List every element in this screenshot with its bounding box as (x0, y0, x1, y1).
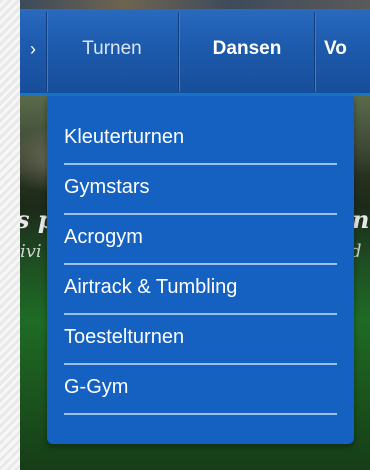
main-navigation: › Turnen Dansen Vo (20, 0, 370, 96)
nav-divider (314, 12, 315, 92)
dropdown-list: Kleuterturnen Gymstars Acrogym Airtrack … (64, 115, 337, 415)
header-image-strip (20, 0, 370, 9)
hero-caption-left-2: ivi (20, 241, 42, 262)
hero-caption-right-1: n (352, 205, 370, 234)
nav-divider (178, 12, 179, 92)
dropdown-item-acrogym[interactable]: Acrogym (64, 215, 337, 265)
dropdown-item-toestelturnen[interactable]: Toestelturnen (64, 315, 337, 365)
nav-item-vo[interactable]: Vo (316, 12, 370, 92)
nav-item-turnen[interactable]: Turnen (48, 12, 176, 92)
nav-item-dansen[interactable]: Dansen (180, 12, 314, 92)
page-background (0, 0, 20, 470)
nav-divider (46, 12, 47, 92)
dropdown-item-gymstars[interactable]: Gymstars (64, 165, 337, 215)
dropdown-item-kleuterturnen[interactable]: Kleuterturnen (64, 115, 337, 165)
dropdown-item-airtrack-tumbling[interactable]: Airtrack & Tumbling (64, 265, 337, 315)
nav-prev-arrow-icon[interactable]: › (20, 12, 46, 92)
dropdown-item-g-gym[interactable]: G-Gym (64, 365, 337, 415)
turnen-dropdown-menu: Kleuterturnen Gymstars Acrogym Airtrack … (47, 96, 354, 444)
